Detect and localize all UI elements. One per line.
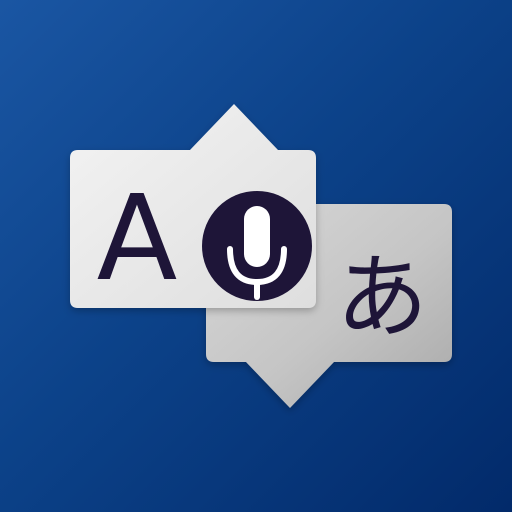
source-letter: A [97, 169, 178, 307]
target-letter: あ [336, 244, 428, 351]
microphone-icon [202, 191, 312, 301]
app-icon[interactable]: A あ [0, 0, 512, 512]
translation-art: A あ [70, 104, 452, 408]
